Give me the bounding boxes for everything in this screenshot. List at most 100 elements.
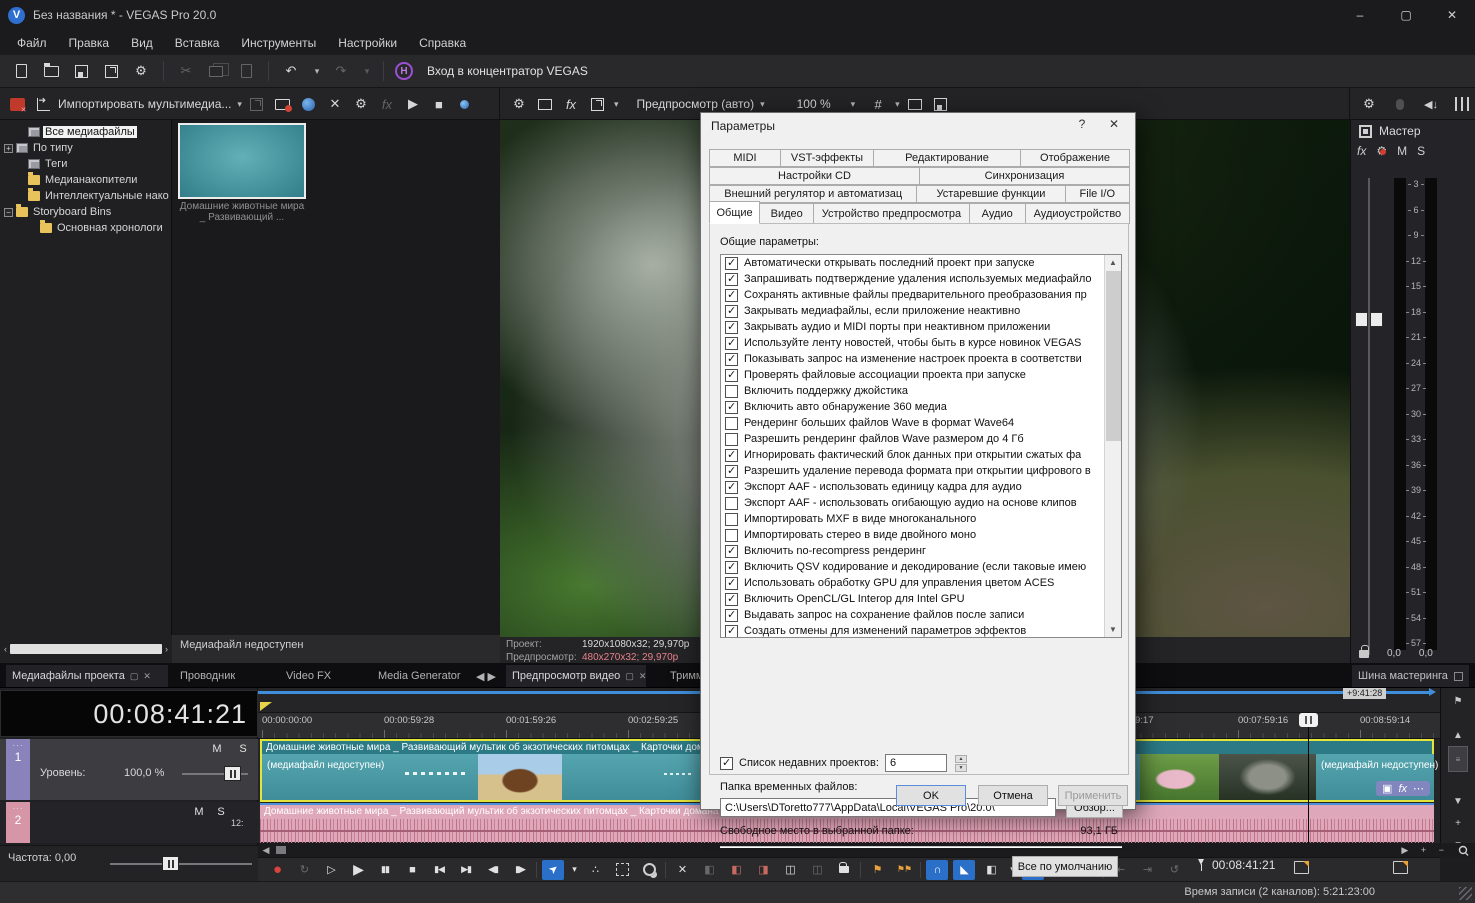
play-from-start-button[interactable]: ▷ xyxy=(320,860,342,880)
trim-start-button[interactable]: ◧ xyxy=(725,860,747,880)
scroll-down-icon[interactable]: ▼ xyxy=(1446,792,1470,810)
tree-item[interactable]: Основная хронологи xyxy=(0,220,171,236)
option-row[interactable]: Игнорировать фактический блок данных при… xyxy=(721,447,1106,463)
rate-slider[interactable] xyxy=(110,863,252,865)
options-scrollbar[interactable]: ▲ ▼ xyxy=(1104,255,1121,637)
pause-button[interactable]: ▮▮ xyxy=(374,860,396,880)
clip-segment[interactable] xyxy=(1140,754,1219,800)
undo-dropdown[interactable]: ▾ xyxy=(312,60,322,82)
menu-item[interactable]: Правка xyxy=(58,32,121,54)
media-horizontal-scrollbar[interactable]: ‹ › xyxy=(0,635,172,663)
tab-video-fx[interactable]: Video FX xyxy=(280,665,342,687)
play-button[interactable]: ▶ xyxy=(347,860,369,880)
option-checkbox[interactable] xyxy=(725,465,738,478)
split-button[interactable]: ✕ xyxy=(671,860,693,880)
option-checkbox[interactable] xyxy=(725,257,738,270)
undo-button[interactable]: ↶ xyxy=(280,60,302,82)
tab-float-icon[interactable]: ▢ xyxy=(130,671,139,682)
clip-segment[interactable] xyxy=(650,754,704,800)
tab-mastering-bus[interactable]: Шина мастеринга xyxy=(1352,665,1469,687)
tree-item[interactable]: − Storyboard Bins xyxy=(0,204,171,220)
clip-segment-fx[interactable]: (медиафайл недоступен) ▣fx⋯ xyxy=(1316,754,1434,800)
tab-media-generator[interactable]: Media Generator xyxy=(372,665,470,687)
option-row[interactable]: Импортировать стерео в виде двойного мон… xyxy=(721,527,1106,543)
media-offline-icon[interactable] xyxy=(6,93,28,115)
edit-tool-dropdown[interactable]: ▾ xyxy=(569,860,579,880)
menu-item[interactable]: Вид xyxy=(120,32,164,54)
tab-overflow-arrows[interactable]: ◀ ▶ xyxy=(470,665,504,687)
import-media-button[interactable]: Импортировать мультимедиа... xyxy=(58,97,231,111)
dialog-tab-vst[interactable]: VST-эффекты xyxy=(780,149,874,167)
option-checkbox[interactable] xyxy=(725,289,738,302)
prev-frame-button[interactable]: ◀▮ xyxy=(482,860,504,880)
track-height-plus-icon[interactable]: + xyxy=(1446,814,1470,832)
option-row[interactable]: Разрешить удаление перевода формата при … xyxy=(721,463,1106,479)
tree-item[interactable]: Теги xyxy=(0,156,171,172)
tab-close-icon[interactable]: ✕ xyxy=(143,671,151,682)
scroll-right-icon[interactable]: › xyxy=(165,644,168,654)
menu-item[interactable]: Вставка xyxy=(164,32,231,54)
insert-mode-button[interactable]: ◧ xyxy=(980,860,1002,880)
option-row[interactable]: Разрешить рендеринг файлов Wave размером… xyxy=(721,431,1106,447)
apply-button[interactable]: Применить xyxy=(1058,785,1128,806)
minimize-button[interactable]: – xyxy=(1337,0,1383,30)
marker-tool-icon[interactable]: ⚑ xyxy=(1446,692,1470,710)
video-output-fx-button[interactable]: fx xyxy=(560,93,582,115)
more-icon[interactable]: ⋯ xyxy=(1413,782,1424,795)
track-header-video[interactable]: ···1 M S Уровень: 100,0 % xyxy=(0,739,258,800)
zoom-out-icon[interactable]: − xyxy=(1439,845,1444,855)
option-checkbox[interactable] xyxy=(725,593,738,606)
dialog-tab-audio-device[interactable]: Аудиоустройство xyxy=(1025,203,1130,224)
option-row[interactable]: Экспорт AAF - использовать единицу кадра… xyxy=(721,479,1106,495)
tab-float-icon[interactable] xyxy=(1454,672,1463,681)
track-solo-button[interactable]: S xyxy=(212,806,230,821)
scroll-left-icon[interactable]: ‹ xyxy=(4,644,7,654)
preview-quality-button[interactable]: Предпросмотр (авто) xyxy=(637,97,755,111)
timecode-display[interactable]: 00:08:41:21 xyxy=(0,690,258,737)
envelope-tool-button[interactable]: ∴ xyxy=(584,860,606,880)
option-row[interactable]: Проверять файловые ассоциации проекта пр… xyxy=(721,367,1106,383)
option-row[interactable]: Закрывать аудио и MIDI порты при неактив… xyxy=(721,319,1106,335)
zoom-edit-icon[interactable]: ▶ xyxy=(1401,845,1408,856)
option-row[interactable]: Закрывать медиафайлы, если приложение не… xyxy=(721,303,1106,319)
dialog-help-button[interactable]: ? xyxy=(1073,117,1091,135)
dialog-tab-sync[interactable]: Синхронизация xyxy=(919,167,1130,185)
preview-settings-button[interactable]: ⚙ xyxy=(508,93,530,115)
preview-zoom-value[interactable]: 100 % xyxy=(797,97,831,111)
option-checkbox[interactable] xyxy=(725,273,738,286)
recent-projects-checkbox[interactable] xyxy=(720,757,733,770)
option-checkbox[interactable] xyxy=(725,353,738,366)
selection-box-tool-button[interactable] xyxy=(611,860,633,880)
option-row[interactable]: Импортировать MXF в виде многоканального xyxy=(721,511,1106,527)
option-checkbox[interactable] xyxy=(725,609,738,622)
menu-item[interactable]: Инструменты xyxy=(230,32,327,54)
scrollbar-thumb[interactable] xyxy=(10,644,162,654)
dialog-tab-editing[interactable]: Редактирование xyxy=(873,149,1021,167)
option-checkbox[interactable] xyxy=(725,481,738,494)
restore-button[interactable]: ↺ xyxy=(1163,860,1185,880)
option-row[interactable]: Включить OpenCL/GL Interop для Intel GPU xyxy=(721,591,1106,607)
option-checkbox[interactable] xyxy=(725,369,738,382)
track-mute-button[interactable]: M xyxy=(208,743,226,758)
option-checkbox[interactable] xyxy=(725,545,738,558)
option-checkbox[interactable] xyxy=(725,625,738,638)
import-media-icon[interactable] xyxy=(32,93,54,115)
media-marker-button[interactable] xyxy=(454,93,476,115)
lock-fader-icon[interactable] xyxy=(1359,650,1369,658)
transport-time-value[interactable]: 00:08:41:21 xyxy=(1212,858,1275,872)
split-trim-button[interactable]: ◫ xyxy=(779,860,801,880)
stop-button[interactable]: ■ xyxy=(401,860,423,880)
preview-stop-button[interactable]: ■ xyxy=(428,93,450,115)
edit-tool-button[interactable]: ➤ xyxy=(542,860,564,880)
save-project-button[interactable] xyxy=(70,60,92,82)
option-row[interactable]: Включить поддержку джойстика xyxy=(721,383,1106,399)
preview-quality-dropdown[interactable]: ▾ xyxy=(760,99,765,110)
option-row[interactable]: Используйте ленту новостей, чтобы быть в… xyxy=(721,335,1106,351)
zoom-in-icon[interactable]: + xyxy=(1421,845,1426,855)
recent-projects-input[interactable]: 6 xyxy=(885,754,947,772)
master-fx-button[interactable]: fx xyxy=(1357,144,1366,158)
option-row[interactable]: Выдавать запрос на сохранение файлов пос… xyxy=(721,607,1106,623)
clip-segment[interactable] xyxy=(478,754,562,800)
menu-item[interactable]: Настройки xyxy=(327,32,408,54)
dialog-tab-deprecated[interactable]: Устаревшие функции xyxy=(916,185,1065,203)
